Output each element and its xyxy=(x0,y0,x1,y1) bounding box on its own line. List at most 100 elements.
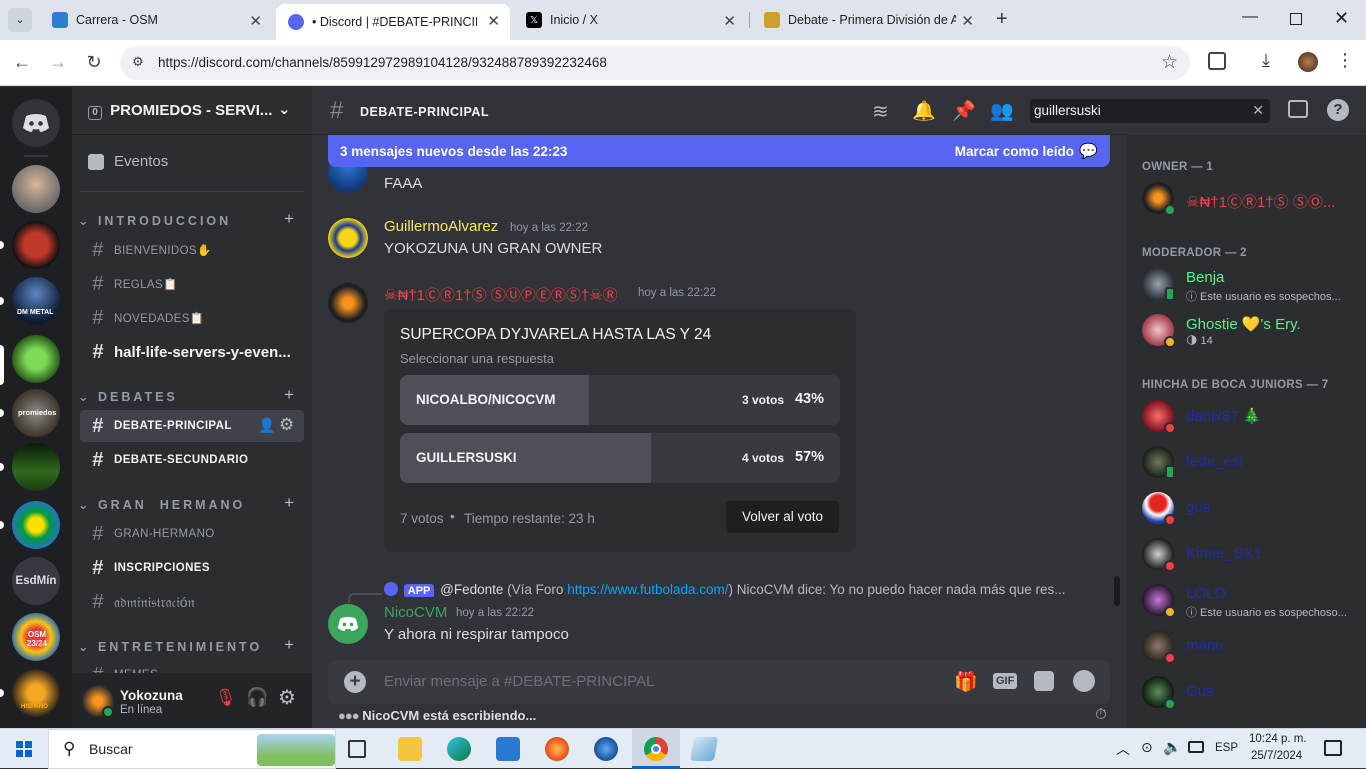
reply-user[interactable]: @Fedonte xyxy=(440,582,503,597)
chevron-up-icon[interactable]: ︿ xyxy=(1116,739,1130,759)
server-icon[interactable] xyxy=(12,335,60,383)
server-icon[interactable] xyxy=(12,165,60,213)
pin-icon[interactable]: 📌 xyxy=(952,99,976,123)
channel-administracion[interactable]: # 𝔞𝔡𝔪𝔦𝔫𝔦𝔰𝔱𝔯𝔞𝔠𝔦ó𝔫 xyxy=(80,586,304,618)
chrome-menu-icon[interactable]: ⋮ xyxy=(1336,50,1354,71)
tab-discord[interactable]: • Discord | #DEBATE-PRINCIPAL | PROMIEDO… xyxy=(276,4,510,40)
headphones-icon[interactable]: 🎧 xyxy=(246,687,268,708)
threads-icon[interactable]: ≋ xyxy=(872,99,889,124)
close-window-icon[interactable]: ✕ xyxy=(1334,8,1349,29)
clear-search-icon[interactable]: ✕ xyxy=(1252,102,1264,119)
close-tab-icon[interactable]: ✕ xyxy=(961,12,974,30)
clock-date[interactable]: 25/7/2024 xyxy=(1251,750,1302,762)
mark-read-icon[interactable]: 💬 xyxy=(1079,142,1098,160)
channel-half-life[interactable]: # half-life-servers-y-even... xyxy=(80,336,304,368)
tab-debate[interactable]: Debate - Primera División de Argentina ✕ xyxy=(752,4,984,36)
site-info-icon[interactable]: ⚙ xyxy=(132,54,144,70)
message-avatar[interactable] xyxy=(328,283,368,323)
extensions-icon[interactable] xyxy=(1208,52,1226,70)
user-settings-gear-icon[interactable]: ⚙ xyxy=(278,685,296,710)
channel-debate-principal[interactable]: # DEBATE-PRINCIPAL 👤 ⚙ xyxy=(80,410,304,442)
network-icon[interactable] xyxy=(1188,741,1204,753)
server-icon[interactable] xyxy=(12,221,60,269)
gift-icon[interactable]: 🎁 xyxy=(954,670,978,694)
server-header[interactable]: 0 PROMIEDOS - SERVI... ⌄ xyxy=(72,87,312,135)
category-introduccion[interactable]: ⌄ INTRODUCCION xyxy=(78,213,231,228)
gif-icon[interactable]: GIF xyxy=(993,673,1018,689)
inbox-icon[interactable] xyxy=(1288,100,1308,118)
member-item[interactable]: Ghostie 💛's Ery. 🌗 14 xyxy=(1134,309,1358,351)
firefox-icon[interactable] xyxy=(545,737,569,761)
category-entretenimiento[interactable]: ⌄ ENTRETENIMIENTO xyxy=(78,639,262,654)
reload-icon[interactable]: ↻ xyxy=(83,52,105,73)
url-field[interactable]: ⚙ https://discord.com/channels/859912972… xyxy=(120,46,1190,80)
server-icon-esdmin[interactable]: EsdMín xyxy=(12,557,60,605)
bell-icon[interactable]: 🔔 xyxy=(912,99,936,123)
close-tab-icon[interactable]: ✕ xyxy=(723,12,736,30)
new-tab-icon[interactable]: + xyxy=(996,8,1008,31)
channel-bienvenidos[interactable]: # BIENVENIDOS✋ xyxy=(80,234,304,266)
message-avatar[interactable] xyxy=(328,218,368,258)
channel-inscripciones[interactable]: # INSCRIPCIONES xyxy=(80,552,304,584)
back-icon[interactable]: ← xyxy=(11,52,33,73)
events-item[interactable]: Eventos xyxy=(88,153,168,170)
task-view-icon[interactable] xyxy=(348,740,366,758)
discord-home-icon[interactable] xyxy=(12,99,60,147)
add-channel-icon[interactable]: + xyxy=(284,209,294,229)
mark-read-button[interactable]: Marcar como leído xyxy=(955,144,1074,159)
vote-button[interactable]: Volver al voto xyxy=(726,501,839,533)
volume-icon[interactable]: 🔈 xyxy=(1163,738,1182,756)
reply-preview[interactable]: APP @Fedonte (Vía Foro https://www.futbo… xyxy=(384,582,1074,597)
mail-icon[interactable] xyxy=(496,737,520,761)
add-attachment-icon[interactable]: + xyxy=(344,671,366,693)
member-item[interactable]: Benja ⓘ Este usuario es sospechos... xyxy=(1134,263,1358,305)
thunderbird-icon[interactable] xyxy=(594,737,618,761)
channel-reglas[interactable]: # REGLAS📋 xyxy=(80,268,304,300)
member-item[interactable]: Kimer_SX1 xyxy=(1134,533,1358,575)
add-channel-icon[interactable]: + xyxy=(284,635,294,655)
member-item[interactable]: Gus xyxy=(1134,671,1358,713)
sticker-icon[interactable] xyxy=(1034,671,1054,691)
windows-start-icon[interactable] xyxy=(16,741,32,757)
tab-osm[interactable]: Carrera - OSM ✕ xyxy=(40,4,272,36)
member-item[interactable]: gus xyxy=(1134,487,1358,529)
member-item[interactable]: LOLO ⓘ Este usuario es sospechoso... xyxy=(1134,579,1358,621)
add-channel-icon[interactable]: + xyxy=(284,493,294,513)
server-icon[interactable] xyxy=(12,443,60,491)
channel-debate-secundario[interactable]: # DEBATE-SECUNDARIO xyxy=(80,444,304,476)
server-icon-promiedos[interactable]: promiedos xyxy=(12,389,60,437)
poll-option[interactable]: NICOALBO/NICOCVM 3 votos 43% xyxy=(400,375,840,425)
channel-memes[interactable]: #MEMES xyxy=(80,660,304,673)
bookmark-star-icon[interactable]: ☆ xyxy=(1161,51,1178,74)
reply-link[interactable]: https://www.futbolada.com/ xyxy=(567,582,728,597)
tab-x[interactable]: 𝕏 Inicio / X ✕ xyxy=(514,4,746,36)
language-indicator[interactable]: ESP xyxy=(1215,742,1238,754)
message-author[interactable]: NicoCVM xyxy=(384,604,447,621)
gear-icon[interactable]: ⚙ xyxy=(279,415,295,435)
server-icon-dm-metal[interactable]: DM METAL xyxy=(12,277,60,325)
server-icon-hispano[interactable]: HISPANO xyxy=(12,669,60,717)
edge-icon[interactable] xyxy=(447,737,471,761)
message-author[interactable]: ☠₦†1ⒸⓇ1†Ⓢ ⓈⓊⓅⒺⓇⓈ†☠Ⓡ xyxy=(384,284,618,305)
category-debates[interactable]: ⌄ DEBATES xyxy=(78,389,178,404)
message-input[interactable]: + Enviar mensaje a #DEBATE-PRINCIPAL 🎁 G… xyxy=(328,660,1110,704)
notepad-icon[interactable] xyxy=(689,737,719,761)
emoji-icon[interactable] xyxy=(1073,670,1095,692)
restore-icon[interactable] xyxy=(1290,13,1302,25)
help-icon[interactable]: ? xyxy=(1327,99,1349,121)
new-messages-bar[interactable]: 3 mensajes nuevos desde las 22:23 Marcar… xyxy=(328,135,1110,167)
channel-novedades[interactable]: # NOVEDADES📋 xyxy=(80,302,304,334)
poll-option[interactable]: GUILLERSUSKI 4 votos 57% xyxy=(400,433,840,483)
taskbar-search[interactable]: ⚲ Buscar xyxy=(48,729,336,769)
message-avatar[interactable] xyxy=(328,604,368,644)
server-icon-osm[interactable]: OSM 23/24 xyxy=(12,613,60,661)
clock-time[interactable]: 10:24 p. m. xyxy=(1249,733,1307,745)
profile-avatar[interactable] xyxy=(1298,52,1318,72)
channel-gran-hermano[interactable]: # GRAN-HERMANO xyxy=(80,518,304,550)
meet-now-icon[interactable]: ⊙ xyxy=(1141,739,1153,756)
download-icon[interactable]: ⤓ xyxy=(1262,50,1270,71)
mute-mic-icon[interactable]: 🎙 xyxy=(215,688,237,708)
add-channel-icon[interactable]: + xyxy=(284,385,294,405)
member-item[interactable]: danix87 🎄 xyxy=(1134,395,1358,437)
forward-icon[interactable]: → xyxy=(47,52,69,73)
